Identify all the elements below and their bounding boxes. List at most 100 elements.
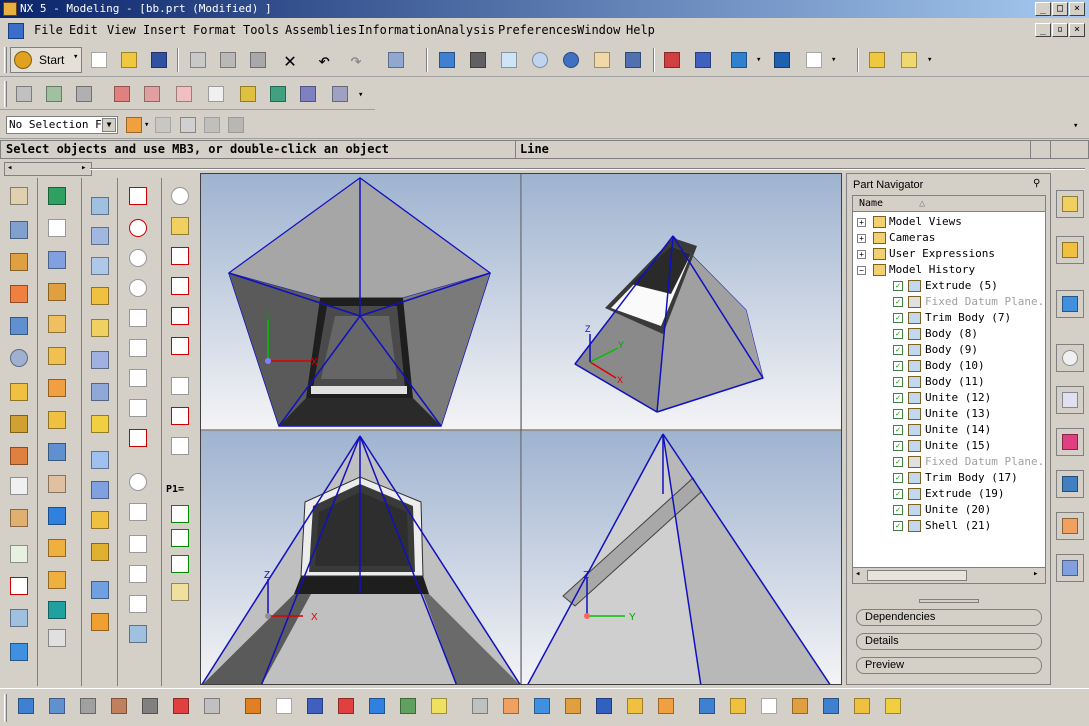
snap-dropdown-icon[interactable]: ▾	[144, 120, 149, 130]
arc-button[interactable]	[124, 214, 152, 242]
sew-button[interactable]	[86, 538, 114, 566]
project-button[interactable]	[303, 694, 327, 718]
repeat-command-button[interactable]	[384, 48, 408, 72]
block-button[interactable]	[5, 638, 33, 666]
save-button[interactable]	[147, 48, 171, 72]
quick-pick-button[interactable]	[200, 113, 224, 137]
offset-curve-button[interactable]	[76, 694, 100, 718]
quick-trim-button[interactable]	[166, 242, 194, 270]
history-tab[interactable]	[1056, 344, 1084, 372]
zoom-button[interactable]	[497, 48, 521, 72]
toolbar-grip[interactable]	[4, 81, 7, 107]
through-curves-button[interactable]	[86, 222, 114, 250]
offset-curve-button[interactable]	[124, 530, 152, 558]
corner-button[interactable]	[124, 424, 152, 452]
helix-button[interactable]	[124, 364, 152, 392]
find-button[interactable]	[166, 182, 194, 210]
checkbox-icon[interactable]: ✓	[893, 281, 903, 291]
palette-scrollbar[interactable]: ◂ ▸	[4, 162, 92, 176]
bridge-surface-button[interactable]	[86, 346, 114, 374]
ellipse-button[interactable]	[124, 468, 152, 496]
set-wcs-absolute-button[interactable]	[236, 82, 260, 106]
menu-view[interactable]: View	[107, 23, 136, 37]
checkbox-icon[interactable]: ✓	[893, 345, 903, 355]
navigator-node[interactable]: ✓ Body (8)	[853, 326, 1045, 342]
trim-body-button[interactable]	[43, 470, 71, 498]
law-extension-button[interactable]	[86, 446, 114, 474]
edge-blend-button[interactable]	[43, 310, 71, 338]
direction-button[interactable]	[5, 572, 33, 600]
wcs-orient-button[interactable]	[204, 82, 228, 106]
snapshot-button[interactable]	[788, 694, 812, 718]
select-all-button[interactable]	[176, 113, 200, 137]
display-wcs-button[interactable]	[328, 82, 352, 106]
hole-button[interactable]	[5, 472, 33, 500]
menu-analysis[interactable]: Analysis	[437, 23, 495, 37]
unite-button[interactable]	[43, 246, 71, 274]
navigator-node[interactable]: ✓ Body (11)	[853, 374, 1045, 390]
minimize-button[interactable]: _	[1035, 2, 1051, 16]
section-analysis-button[interactable]	[365, 694, 389, 718]
boss-button[interactable]	[5, 504, 33, 532]
zoom-in-out-button[interactable]	[528, 48, 552, 72]
measure-body-button[interactable]	[5, 604, 33, 632]
patch-button[interactable]	[86, 576, 114, 604]
palettes-tab[interactable]	[1056, 428, 1084, 456]
details-panel[interactable]: Details	[856, 633, 1042, 650]
navigator-node[interactable]: ✓ Body (10)	[853, 358, 1045, 374]
checkbox-icon[interactable]: ✓	[893, 409, 903, 419]
undo-button[interactable]: ↶	[312, 48, 336, 72]
menu-file[interactable]: File	[34, 23, 63, 37]
feature-op-button[interactable]	[43, 566, 71, 594]
geometric-constraints-button[interactable]	[166, 524, 194, 552]
deselect-all-button[interactable]	[151, 113, 175, 137]
datum-axis-button[interactable]	[5, 410, 33, 438]
datum-csys-button[interactable]	[14, 694, 38, 718]
delete-button[interactable]: ✕	[278, 48, 302, 72]
checkbox-icon[interactable]: ✓	[893, 457, 903, 467]
extrude-button[interactable]	[5, 216, 33, 244]
process-studio-tab[interactable]	[1056, 470, 1084, 498]
scroll-left-icon[interactable]: ◂	[7, 163, 12, 173]
constraints-button[interactable]	[166, 402, 194, 430]
navigator-node[interactable]: ✓ Body (9)	[853, 342, 1045, 358]
change-wcs-xc-button[interactable]	[266, 82, 290, 106]
reference-set-button[interactable]	[695, 694, 719, 718]
checkbox-icon[interactable]: ✓	[893, 425, 903, 435]
rotate-button[interactable]	[559, 48, 583, 72]
checkbox-icon[interactable]: ✓	[893, 377, 903, 387]
rectangle-button[interactable]	[43, 214, 71, 242]
redo-button[interactable]: ↷	[344, 48, 368, 72]
checkbox-icon[interactable]: ✓	[893, 473, 903, 483]
wave-link-button[interactable]	[726, 694, 750, 718]
curve-analysis-button[interactable]	[334, 694, 358, 718]
mirror-body-button[interactable]	[43, 438, 71, 466]
navigator-node[interactable]: ✓ Unite (13)	[853, 406, 1045, 422]
doc-minimize-button[interactable]: _	[1035, 23, 1051, 37]
navigator-node[interactable]: ✓ Trim Body (7)	[853, 310, 1045, 326]
rendering-dropdown-icon[interactable]: ▾	[756, 55, 761, 65]
checkbox-icon[interactable]: ✓	[893, 505, 903, 515]
shell-button[interactable]	[43, 374, 71, 402]
navigator-node[interactable]: ✓ Fixed Datum Plane...	[853, 294, 1045, 310]
text-curve-button[interactable]	[124, 498, 152, 526]
new-button[interactable]	[87, 48, 111, 72]
nsided-surface-button[interactable]	[86, 378, 114, 406]
copy-button[interactable]	[216, 48, 240, 72]
export-button[interactable]	[881, 694, 905, 718]
perspective-button[interactable]	[621, 48, 645, 72]
expand-icon[interactable]: +	[857, 234, 866, 243]
inferred-dimensions-button[interactable]	[166, 372, 194, 400]
column-header-name[interactable]: Name △	[853, 196, 1045, 212]
menu-information[interactable]: Information	[358, 23, 437, 37]
menu-edit[interactable]: Edit	[69, 23, 98, 37]
assembly-cut-button[interactable]	[654, 694, 678, 718]
web-browser-tab[interactable]	[1056, 290, 1084, 318]
orient-view-button[interactable]	[802, 48, 826, 72]
reuse-library-tab[interactable]	[1056, 386, 1084, 414]
checkbox-icon[interactable]: ✓	[893, 393, 903, 403]
project-curve-button[interactable]	[124, 590, 152, 618]
rendering-style-button[interactable]	[727, 48, 751, 72]
ruled-surface-button[interactable]	[86, 192, 114, 220]
document-icon[interactable]	[8, 23, 24, 39]
